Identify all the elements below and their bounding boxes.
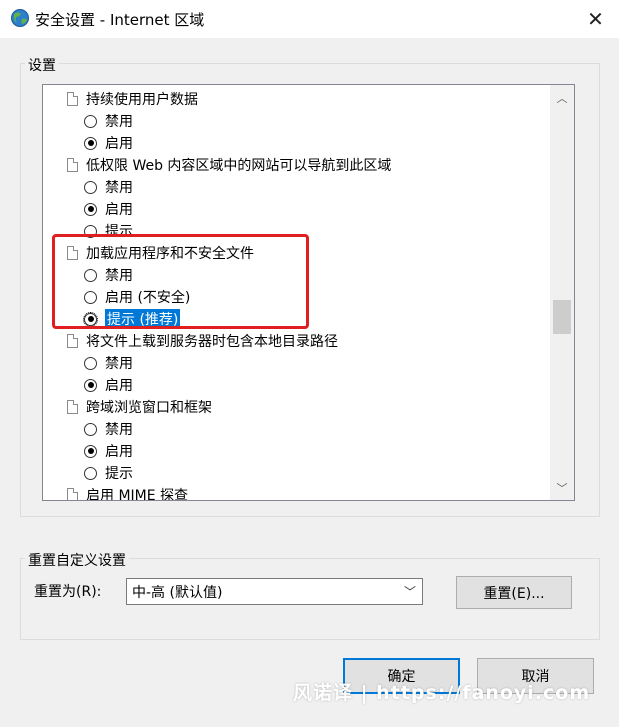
- document-icon: [67, 158, 78, 172]
- setting-category: 启用 MIME 探查: [67, 484, 188, 500]
- setting-category: 跨域浏览窗口和框架: [67, 396, 212, 418]
- setting-option[interactable]: 禁用: [84, 418, 133, 440]
- setting-option-label: 启用: [105, 136, 133, 152]
- reset-to-label: 重置为(R):: [34, 584, 102, 600]
- chevron-down-icon: ﹀: [556, 482, 568, 495]
- scrollbar-thumb[interactable]: [553, 300, 571, 334]
- radio-checked-icon[interactable]: [84, 378, 97, 392]
- document-icon: [67, 334, 78, 348]
- setting-option[interactable]: 禁用: [84, 176, 133, 198]
- setting-option[interactable]: 启用: [84, 132, 133, 154]
- watermark-text: 风诺译 | https://fanoyi.com: [293, 682, 591, 704]
- document-icon: [67, 488, 78, 500]
- setting-category-label: 跨域浏览窗口和框架: [86, 400, 212, 416]
- setting-option-label: 禁用: [105, 356, 133, 372]
- setting-category-label: 将文件上载到服务器时包含本地目录路径: [86, 334, 338, 350]
- setting-category-label: 启用 MIME 探查: [86, 488, 189, 500]
- settings-group-label: 设置: [25, 55, 59, 75]
- setting-option-label: 禁用: [105, 114, 133, 130]
- window-title: 安全设置 - Internet 区域: [35, 11, 205, 29]
- setting-option-label: 启用: [105, 444, 133, 460]
- close-button[interactable]: ✕: [572, 0, 619, 38]
- setting-option[interactable]: 启用: [84, 374, 133, 396]
- radio-checked-icon[interactable]: [84, 444, 97, 458]
- title-bar: 安全设置 - Internet 区域 ✕: [0, 0, 619, 38]
- reset-group-label: 重置自定义设置: [25, 550, 129, 570]
- settings-list-scrollbar[interactable]: ︿ ﹀: [550, 85, 574, 500]
- setting-option-label: 启用: [105, 202, 133, 218]
- radio-unchecked-icon[interactable]: [84, 114, 97, 128]
- setting-option[interactable]: 禁用: [84, 110, 133, 132]
- radio-unchecked-icon[interactable]: [84, 356, 97, 370]
- setting-option[interactable]: 启用: [84, 440, 133, 462]
- setting-category: 持续使用用户数据: [67, 88, 198, 110]
- setting-category-label: 低权限 Web 内容区域中的网站可以导航到此区域: [86, 158, 392, 174]
- setting-option[interactable]: 启用: [84, 198, 133, 220]
- radio-checked-icon[interactable]: [84, 136, 97, 150]
- radio-unchecked-icon[interactable]: [84, 422, 97, 436]
- scroll-down-button[interactable]: ﹀: [550, 477, 574, 499]
- chevron-down-icon: ﹀: [403, 585, 416, 599]
- setting-option[interactable]: 禁用: [84, 352, 133, 374]
- setting-category: 低权限 Web 内容区域中的网站可以导航到此区域: [67, 154, 391, 176]
- setting-option-label: 启用: [105, 378, 133, 394]
- reset-button[interactable]: 重置(E)...: [456, 576, 572, 609]
- reset-button-label: 重置(E)...: [483, 585, 545, 602]
- reset-level-value: 中-高 (默认值): [132, 584, 223, 601]
- close-icon: ✕: [587, 7, 604, 31]
- reset-level-select[interactable]: 中-高 (默认值) ﹀: [126, 578, 423, 605]
- setting-option-label: 禁用: [105, 180, 133, 196]
- setting-option[interactable]: 提示: [84, 462, 133, 484]
- chevron-up-icon: ︿: [556, 92, 568, 105]
- annotation-highlight-box: [52, 234, 309, 329]
- setting-category: 将文件上载到服务器时包含本地目录路径: [67, 330, 338, 352]
- setting-category-label: 持续使用用户数据: [86, 92, 198, 108]
- radio-checked-icon[interactable]: [84, 202, 97, 216]
- document-icon: [67, 92, 78, 106]
- scroll-up-button[interactable]: ︿: [550, 87, 574, 109]
- radio-unchecked-icon[interactable]: [84, 180, 97, 194]
- setting-option-label: 提示: [105, 466, 133, 482]
- document-icon: [67, 400, 78, 414]
- radio-unchecked-icon[interactable]: [84, 466, 97, 480]
- setting-option-label: 禁用: [105, 422, 133, 438]
- internet-globe-icon: [11, 9, 29, 27]
